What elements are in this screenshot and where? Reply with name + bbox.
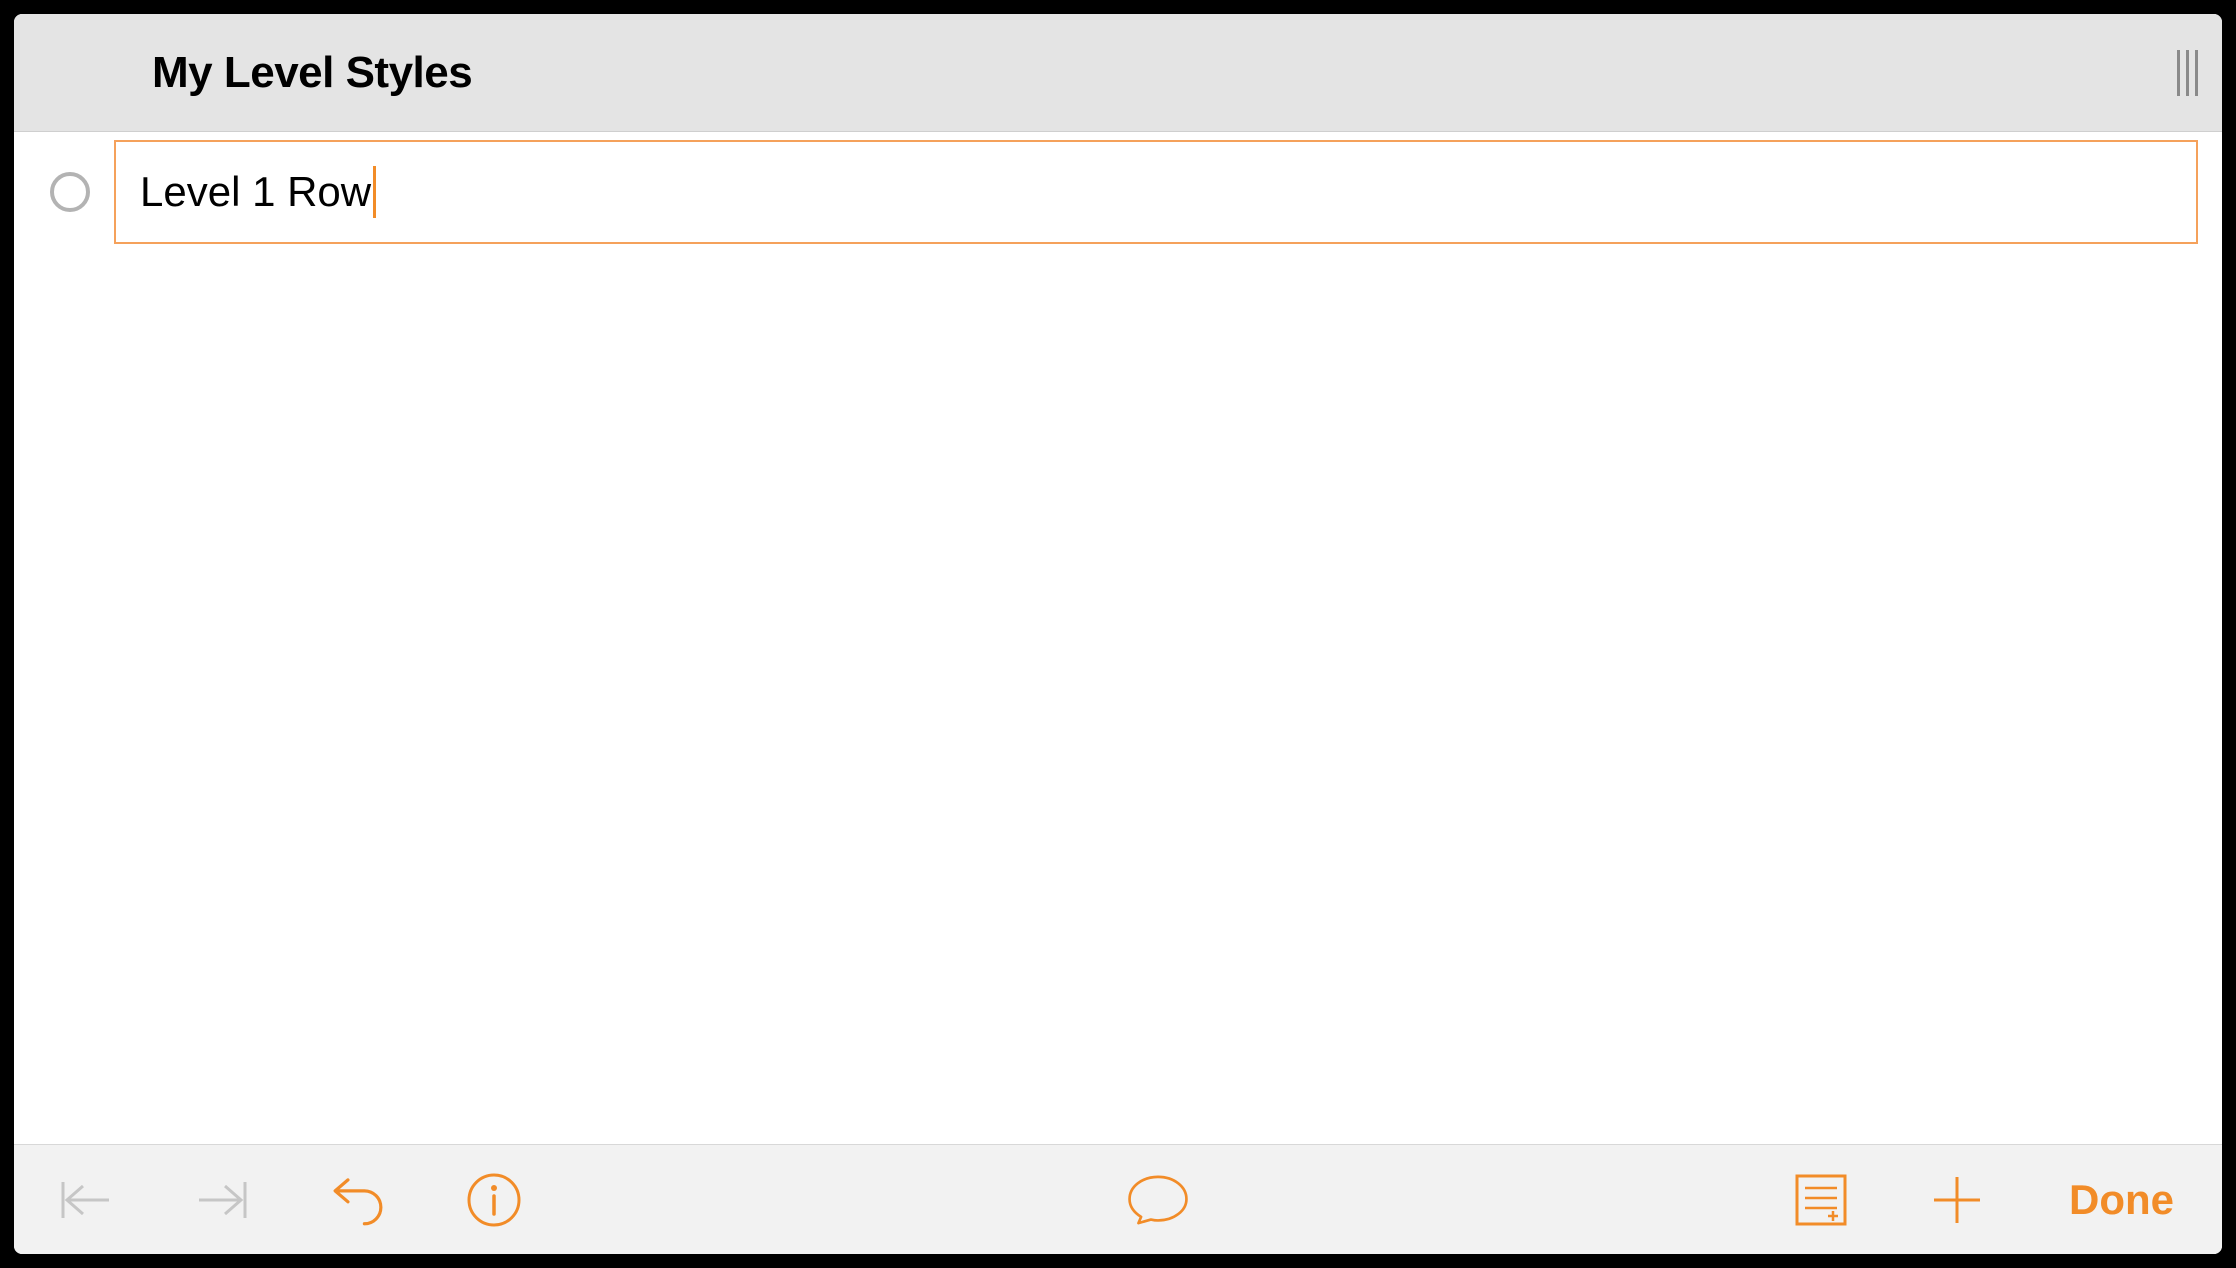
row-text: Level 1 Row [140,168,371,216]
note-icon [1126,1170,1190,1230]
info-button[interactable] [462,1168,526,1232]
app-frame: My Level Styles Level 1 Row [14,14,2222,1254]
toolbar-left-group [54,1168,526,1232]
toolbar-right-group: Done [1789,1168,2182,1232]
indent-button[interactable] [190,1168,254,1232]
info-icon [466,1172,522,1228]
row-text-input[interactable]: Level 1 Row [114,140,2198,244]
outdent-button[interactable] [54,1168,118,1232]
text-cursor [373,166,376,218]
document-title: My Level Styles [152,48,472,98]
add-button[interactable] [1925,1168,1989,1232]
outdent-icon [57,1178,115,1222]
outline-content[interactable]: Level 1 Row [14,132,2222,1144]
drag-handle-icon[interactable] [2177,50,2198,96]
indent-icon [193,1178,251,1222]
note-button[interactable] [1126,1168,1190,1232]
status-circle-icon[interactable] [50,172,90,212]
toolbar-center-group [526,1168,1789,1232]
bottom-toolbar: Done [14,1144,2222,1254]
list-icon [1794,1173,1848,1227]
undo-button[interactable] [326,1168,390,1232]
add-icon [1930,1173,1984,1227]
list-button[interactable] [1789,1168,1853,1232]
column-header: My Level Styles [14,14,2222,132]
done-button[interactable]: Done [2061,1176,2182,1224]
undo-icon [326,1174,390,1226]
outline-row[interactable]: Level 1 Row [38,140,2198,244]
